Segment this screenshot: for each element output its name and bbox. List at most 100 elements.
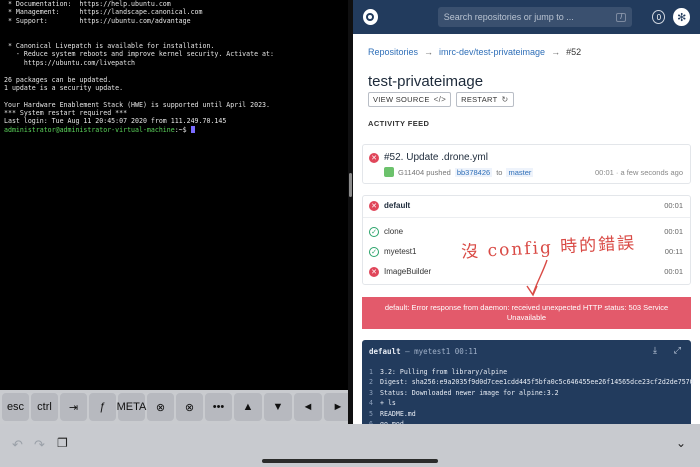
stage-name: clone	[384, 227, 404, 236]
error-message-banner: default: Error response from daemon: rec…	[362, 297, 691, 329]
chevron-down-icon[interactable]: ⌄	[676, 436, 686, 450]
arrow-down-key[interactable]: ▼	[264, 393, 292, 421]
expand-icon[interactable]: ⤢	[674, 345, 681, 356]
ctrl-key[interactable]: ctrl	[31, 393, 58, 421]
terminal-line: Your Hardware Enablement Stack (HWE) is …	[4, 100, 270, 109]
error-line-1: default: Error response from daemon: rec…	[384, 303, 669, 312]
more-key[interactable]: •••	[205, 393, 232, 421]
stage-name: myetest1	[384, 247, 417, 256]
terminal-line: * Support: https://ubuntu.com/advantage	[4, 16, 191, 25]
github-avatar-icon[interactable]: ✻	[673, 8, 690, 26]
search-input[interactable]: Search repositories or jump to ... /	[437, 7, 633, 27]
terminal-line: 1 update is a security update.	[4, 83, 124, 92]
view-source-label: VIEW SOURCE	[373, 95, 430, 104]
terminal-line: *** System restart required ***	[4, 109, 128, 118]
success-status-icon: ✓	[369, 227, 379, 237]
log-step-name: myetest1	[414, 347, 451, 356]
commit-sha[interactable]: bb378426	[454, 167, 493, 177]
stage-duration: 00:11	[664, 247, 683, 256]
top-navbar: Search repositories or jump to ... / 0 ✻	[353, 0, 700, 34]
redo-icon[interactable]: ↷	[34, 437, 45, 453]
stage-name: ImageBuilder	[384, 267, 432, 276]
terminal-cursor	[190, 125, 195, 133]
fail-status-icon: ✕	[369, 267, 379, 277]
stage-row-default[interactable]: ✕ default 00:01	[363, 196, 690, 216]
terminal-line: * Management: https://landscape.canonica…	[4, 8, 203, 17]
terminal-output[interactable]: * Documentation: https://help.ubuntu.com…	[0, 0, 348, 390]
breadcrumb-build: #52	[566, 47, 582, 57]
error-line-2: Unavailable	[506, 313, 547, 322]
drone-build-panel: Search repositories or jump to ... / 0 ✻…	[353, 0, 700, 432]
code-icon: </>	[433, 95, 447, 104]
log-line: 1 3.2: Pulling from library/alpine	[369, 368, 508, 376]
build-card[interactable]: ✕ #52. Update .drone.yml G11404 pushed b…	[362, 144, 691, 184]
terminal-line: * Canonical Livepatch is available for i…	[4, 41, 215, 50]
breadcrumb-repositories[interactable]: Repositories	[368, 47, 418, 57]
restart-button[interactable]: RESTART ↻	[456, 92, 514, 107]
prompt-symbol: :~$	[174, 125, 191, 134]
success-status-icon: ✓	[369, 247, 379, 257]
paste-icon[interactable]: ❐	[57, 436, 68, 450]
divider	[363, 217, 690, 218]
stage-name: default	[384, 201, 411, 210]
breadcrumb: Repositories → imrc-dev/test-privateimag…	[368, 47, 581, 57]
log-line: 3 Status: Downloaded newer image for alpi…	[369, 388, 559, 397]
log-lines: 1 3.2: Pulling from library/alpine 2 Diges…	[369, 367, 694, 429]
prompt-user: administrator@administrator-virtual-mach…	[4, 125, 175, 134]
action-buttons: VIEW SOURCE </> RESTART ↻	[368, 92, 514, 107]
terminal-line: https://ubuntu.com/livepatch	[4, 58, 136, 67]
search-placeholder: Search repositories or jump to ...	[443, 12, 574, 22]
clear-key[interactable]: ⊗	[147, 393, 174, 421]
log-header: default — myetest1 00:11	[369, 347, 478, 356]
drone-logo-icon[interactable]	[363, 9, 378, 25]
search-shortcut-badge: /	[616, 12, 627, 22]
build-title[interactable]: #52. Update .drone.yml	[384, 152, 488, 163]
stage-duration: 00:01	[664, 267, 683, 276]
log-line: 5 README.md	[369, 409, 416, 418]
breadcrumb-repo[interactable]: imrc-dev/test-privateimage	[439, 47, 545, 57]
arrow-right-icon: →	[424, 47, 434, 57]
home-indicator[interactable]	[262, 459, 438, 463]
split-view-handle[interactable]	[349, 173, 352, 197]
build-time: 00:01 · a few seconds ago	[595, 168, 683, 177]
terminal-key-bar: esc ctrl ⇥ ƒ META ⊗ ⊗ ••• ▲ ▼ ◄ ►	[0, 390, 352, 424]
arrow-up-key[interactable]: ▲	[234, 393, 262, 421]
build-to: to	[496, 167, 503, 177]
meta-key[interactable]: META	[117, 393, 146, 421]
log-pipeline-name: default	[369, 347, 401, 356]
activity-feed-heading: ACTIVITY FEED	[368, 119, 430, 128]
download-icon[interactable]: ⤓	[653, 345, 657, 356]
annotation-arrow-icon	[526, 259, 548, 297]
view-source-button[interactable]: VIEW SOURCE </>	[368, 92, 452, 107]
fail-status-icon: ✕	[369, 201, 379, 211]
log-line: 4 + ls	[369, 399, 396, 408]
log-step-time: 00:11	[454, 347, 478, 356]
notification-count-badge[interactable]: 0	[652, 10, 666, 24]
tab-key[interactable]: ⇥	[60, 393, 87, 421]
branch-name[interactable]: master	[506, 167, 534, 177]
user-avatar	[384, 167, 394, 177]
log-output-panel[interactable]: default — myetest1 00:11 ⤓ ⤢ 1 3.2: Pulli…	[362, 340, 694, 432]
undo-icon[interactable]: ↶	[12, 437, 23, 453]
arrow-right-icon: →	[551, 47, 561, 57]
build-meta: G11404 pushed bb378426 to master	[384, 167, 534, 177]
terminal-line: * Documentation: https://help.ubuntu.com	[4, 0, 171, 8]
arrow-left-key[interactable]: ◄	[294, 393, 322, 421]
function-key[interactable]: ƒ	[89, 393, 116, 421]
terminal-line: Last login: Tue Aug 11 20:45:07 2020 fro…	[4, 117, 227, 126]
restart-label: RESTART	[461, 95, 498, 104]
terminal-prompt[interactable]: administrator@administrator-virtual-mach…	[4, 125, 344, 134]
stage-duration: 00:01	[664, 227, 683, 236]
esc-key[interactable]: esc	[2, 393, 29, 421]
page-title: test-privateimage	[368, 73, 484, 90]
stage-duration: 00:01	[664, 201, 683, 210]
delete-key[interactable]: ⊗	[176, 393, 203, 421]
log-line: 2 Digest: sha256:e9a2035f9d0d7cee1cdd445f…	[369, 378, 694, 387]
restart-icon: ↻	[501, 95, 509, 104]
build-author: G11404 pushed	[398, 167, 451, 177]
terminal-line: - Reduce system reboots and improve kern…	[4, 50, 274, 59]
